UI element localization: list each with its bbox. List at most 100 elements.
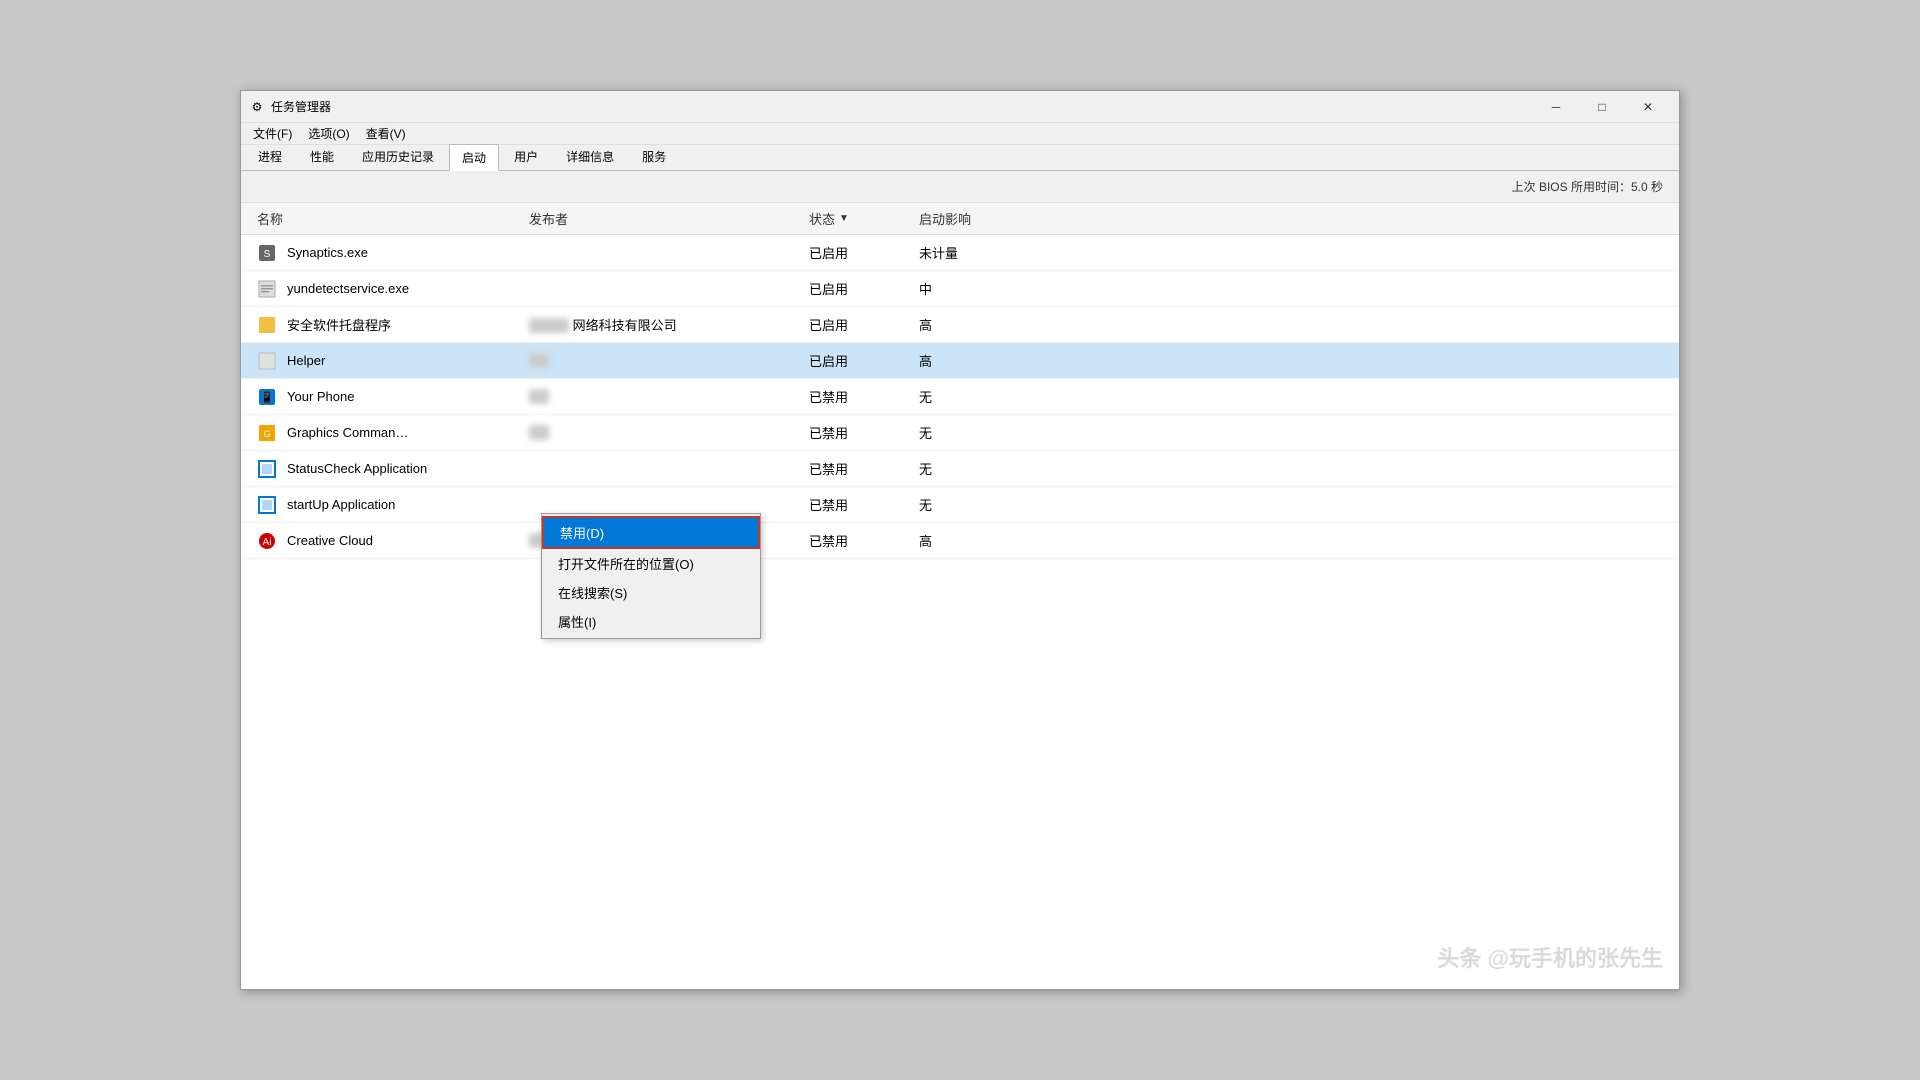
publisher-text: ████ 网络科技有限公司	[529, 318, 677, 333]
row-name-cell: yundetectservice.exe	[241, 279, 521, 299]
maximize-button[interactable]: □	[1579, 91, 1625, 123]
context-menu-item-2[interactable]: 在线搜索(S)	[542, 578, 760, 607]
window-title: 任务管理器	[271, 98, 1533, 115]
table-row[interactable]: startUp Application 已禁用 无	[241, 487, 1679, 523]
table-row[interactable]: StatusCheck Application已禁用无	[241, 451, 1679, 487]
impact-text: 无	[919, 462, 932, 477]
row-status-cell: 已启用	[801, 279, 911, 298]
row-name-cell: Ai Creative Cloud	[241, 531, 521, 551]
row-icon	[257, 495, 277, 515]
row-name-text: Helper	[287, 353, 325, 368]
row-name-text: Your Phone	[287, 389, 354, 404]
impact-text: 高	[919, 534, 932, 549]
svg-text:S: S	[264, 249, 271, 260]
table-row[interactable]: 📱 Your Phone ██ 已禁用 无	[241, 379, 1679, 415]
status-text: 已禁用	[809, 531, 848, 550]
table-row[interactable]: S Synaptics.exe 已启用未计量	[241, 235, 1679, 271]
bios-value: 5.0 秒	[1631, 178, 1663, 195]
tab-users[interactable]: 用户	[501, 143, 551, 170]
context-menu-item-1[interactable]: 打开文件所在的位置(O)	[542, 549, 760, 578]
impact-text: 高	[919, 354, 932, 369]
col-header-status[interactable]: 状态 ▼	[801, 209, 911, 228]
row-impact-cell: 高	[911, 531, 1031, 550]
row-name-text: yundetectservice.exe	[287, 281, 409, 296]
row-status-cell: 已启用	[801, 315, 911, 334]
close-button[interactable]: ✕	[1625, 91, 1671, 123]
status-text: 已启用	[809, 315, 848, 334]
table-row[interactable]: Helper ██ 已启用 高	[241, 343, 1679, 379]
task-manager-window: ⚙ 任务管理器 ─ □ ✕ 文件(F) 选项(O) 查看(V) 进程 性能 应用…	[240, 90, 1680, 990]
svg-text:Ai: Ai	[263, 537, 272, 548]
tab-processes[interactable]: 进程	[245, 143, 295, 170]
context-menu-item-0[interactable]: 禁用(D)	[542, 516, 760, 549]
table-body: SSynaptics.exe已启用未计量yundetectservice.exe…	[241, 235, 1679, 559]
context-menu: 禁用(D)打开文件所在的位置(O)在线搜索(S)属性(I)	[541, 513, 761, 639]
table-row[interactable]: yundetectservice.exe已启用中	[241, 271, 1679, 307]
app-icon: ⚙	[249, 99, 265, 115]
status-text: 已禁用	[809, 387, 848, 406]
status-text: 已禁用	[809, 495, 848, 514]
minimize-button[interactable]: ─	[1533, 91, 1579, 123]
table-header: 名称 发布者 状态 ▼ 启动影响	[241, 203, 1679, 235]
row-status-cell: 已禁用	[801, 423, 911, 442]
impact-text: 高	[919, 318, 932, 333]
status-text: 已启用	[809, 279, 848, 298]
menu-view[interactable]: 查看(V)	[358, 123, 414, 144]
row-name-cell: StatusCheck Application	[241, 459, 521, 479]
tab-app-history[interactable]: 应用历史记录	[349, 143, 447, 170]
publisher-text: ██	[529, 425, 549, 440]
status-sort-arrow: ▼	[839, 213, 849, 224]
table-row[interactable]: 安全软件托盘程序 ████ 网络科技有限公司 已启用 高	[241, 307, 1679, 343]
menu-options[interactable]: 选项(O)	[300, 123, 357, 144]
col-header-name[interactable]: 名称	[241, 209, 521, 228]
row-impact-cell: 无	[911, 459, 1031, 478]
table-row[interactable]: G Graphics Comman… ██ 已禁用 无	[241, 415, 1679, 451]
window-controls: ─ □ ✕	[1533, 91, 1671, 123]
row-publisher-cell: ██	[521, 425, 801, 440]
publisher-text: ██	[529, 389, 549, 404]
status-text: 已启用	[809, 351, 848, 370]
impact-text: 未计量	[919, 246, 958, 261]
col-header-publisher[interactable]: 发布者	[521, 209, 801, 228]
row-name-text: startUp Application	[287, 497, 395, 512]
row-name-cell: 安全软件托盘程序	[241, 315, 521, 335]
row-name-text: Graphics Comman…	[287, 425, 408, 440]
menu-file[interactable]: 文件(F)	[245, 123, 300, 144]
tab-details[interactable]: 详细信息	[553, 143, 627, 170]
tab-performance[interactable]: 性能	[297, 143, 347, 170]
row-icon	[257, 459, 277, 479]
row-status-cell: 已禁用	[801, 495, 911, 514]
impact-text: 无	[919, 426, 932, 441]
tab-services[interactable]: 服务	[629, 143, 679, 170]
context-menu-item-3[interactable]: 属性(I)	[542, 607, 760, 636]
row-impact-cell: 无	[911, 495, 1031, 514]
row-name-cell: startUp Application	[241, 495, 521, 515]
tab-bar: 进程 性能 应用历史记录 启动 用户 详细信息 服务	[241, 145, 1679, 171]
row-name-text: StatusCheck Application	[287, 461, 427, 476]
row-name-cell: S Synaptics.exe	[241, 243, 521, 263]
row-status-cell: 已禁用	[801, 387, 911, 406]
row-status-cell: 已启用	[801, 243, 911, 262]
menu-bar: 文件(F) 选项(O) 查看(V)	[241, 123, 1679, 145]
row-name-text: 安全软件托盘程序	[287, 315, 391, 334]
col-header-impact[interactable]: 启动影响	[911, 209, 1031, 228]
row-name-cell: 📱 Your Phone	[241, 387, 521, 407]
row-icon	[257, 315, 277, 335]
row-icon	[257, 279, 277, 299]
impact-text: 无	[919, 390, 932, 405]
row-publisher-cell: ██	[521, 353, 801, 368]
row-name-cell: Helper	[241, 351, 521, 371]
tab-startup[interactable]: 启动	[449, 144, 499, 171]
row-icon: S	[257, 243, 277, 263]
row-name-text: Creative Cloud	[287, 533, 373, 548]
status-text: 已禁用	[809, 423, 848, 442]
row-status-cell: 已启用	[801, 351, 911, 370]
content-area: 名称 发布者 状态 ▼ 启动影响 SSynaptics.exe已启用未计量yun…	[241, 203, 1679, 989]
row-impact-cell: 无	[911, 387, 1031, 406]
table-row[interactable]: AiCreative Cloud████ Systems Incorporate…	[241, 523, 1679, 559]
row-icon: G	[257, 423, 277, 443]
svg-text:📱: 📱	[260, 391, 274, 404]
row-name-text: Synaptics.exe	[287, 245, 368, 260]
row-icon: 📱	[257, 387, 277, 407]
row-impact-cell: 高	[911, 315, 1031, 334]
